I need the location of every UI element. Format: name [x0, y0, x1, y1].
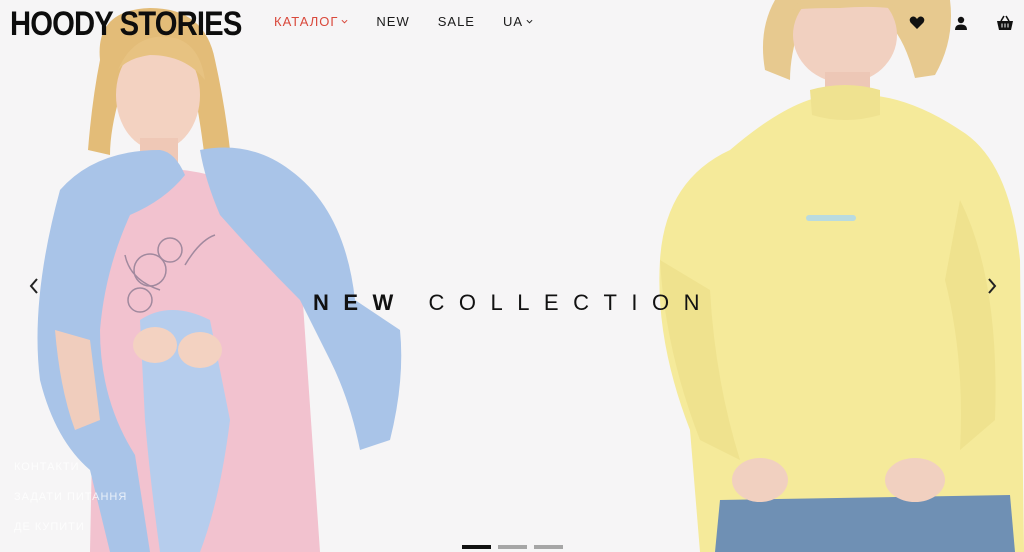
- header-icons: [908, 14, 1014, 32]
- link-ask-question[interactable]: ЗАДАТИ ПИТАННЯ: [14, 482, 127, 512]
- link-contacts[interactable]: КОНТАКТИ: [14, 452, 127, 482]
- chevron-down-icon: [526, 19, 533, 24]
- slider-next-button[interactable]: [980, 274, 1004, 298]
- user-icon: [955, 16, 967, 30]
- basket-icon: [997, 15, 1013, 30]
- nav-item-label: NEW: [376, 14, 410, 29]
- hero-headline: NEW COLLECTION: [313, 290, 714, 316]
- hero-image: [0, 0, 1024, 552]
- account-button[interactable]: [952, 14, 970, 32]
- wishlist-button[interactable]: [908, 14, 926, 32]
- nav-item-language[interactable]: UA: [503, 14, 533, 29]
- chevron-down-icon: [341, 19, 348, 24]
- nav-item-label: UA: [502, 14, 524, 29]
- brand-logo[interactable]: HOODY STORIES: [10, 4, 242, 44]
- slider-prev-button[interactable]: [22, 274, 46, 298]
- hero-slider: NEW COLLECTION КОНТАКТИ ЗАДАТИ ПИТАННЯ Д…: [0, 0, 1024, 552]
- nav-item-catalog[interactable]: КАТАЛОГ: [274, 14, 348, 29]
- link-where-to-buy[interactable]: ДЕ КУПИТИ: [14, 512, 127, 542]
- nav-item-label: КАТАЛОГ: [274, 14, 339, 29]
- headline-rest: COLLECTION: [428, 290, 715, 315]
- chevron-left-icon: [29, 278, 38, 294]
- site-header: HOODY STORIES КАТАЛОГ NEW SALE UA: [0, 0, 1024, 48]
- chevron-right-icon: [988, 278, 997, 294]
- headline-bold: NEW: [313, 290, 408, 315]
- slide-dot-1[interactable]: [462, 545, 491, 549]
- nav-item-label: SALE: [437, 14, 475, 29]
- main-nav: КАТАЛОГ NEW SALE UA: [274, 14, 533, 29]
- slide-dot-3[interactable]: [534, 545, 563, 549]
- cart-button[interactable]: [996, 14, 1014, 32]
- slider-pagination: [462, 545, 563, 549]
- nav-item-sale[interactable]: SALE: [438, 14, 475, 29]
- slide-dot-2[interactable]: [498, 545, 527, 549]
- side-links: КОНТАКТИ ЗАДАТИ ПИТАННЯ ДЕ КУПИТИ: [14, 452, 127, 542]
- heart-icon: [909, 16, 925, 29]
- nav-item-new[interactable]: NEW: [376, 14, 409, 29]
